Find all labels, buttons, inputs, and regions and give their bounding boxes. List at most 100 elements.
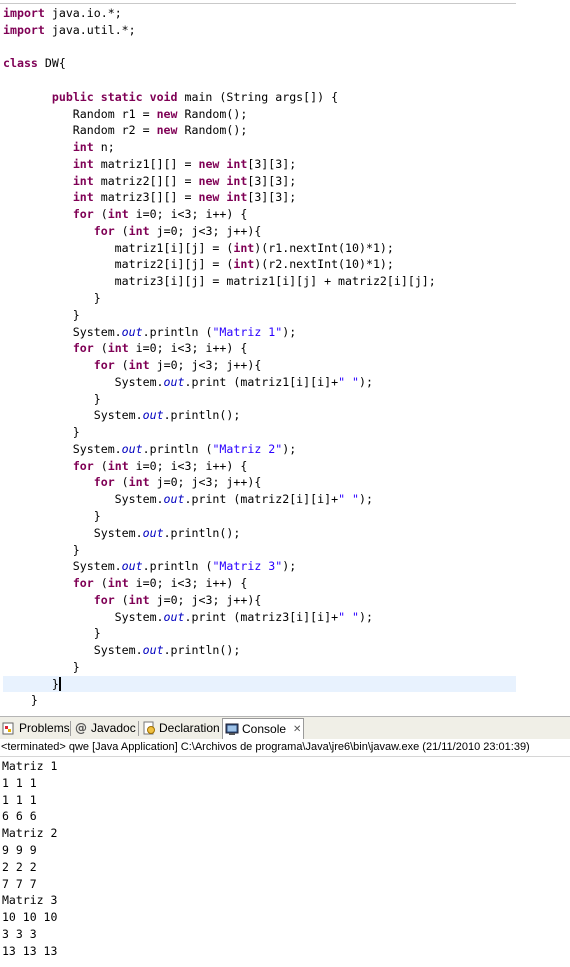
code-token: .print (matriz1[i][i]+ bbox=[184, 374, 339, 389]
tab-declaration[interactable]: Declaration bbox=[142, 719, 220, 737]
code-token: } bbox=[3, 425, 80, 440]
code-line: matriz2[i][j] = (int)(r2.nextInt(10)*1); bbox=[3, 256, 516, 273]
code-line: int matriz1[][] = new int[3][3]; bbox=[3, 156, 516, 173]
code-token: int bbox=[72, 156, 94, 171]
code-token: " " bbox=[338, 374, 360, 389]
code-line: public static void main (String args[]) … bbox=[3, 89, 516, 106]
console-output[interactable]: Matriz 1 1 1 1 1 1 1 6 6 6 Matriz 29 9 9 2 2 … bbox=[0, 758, 570, 967]
code-token: Random(); bbox=[177, 123, 248, 138]
code-line: System.out.println ("Matriz 2"); bbox=[3, 441, 516, 458]
code-token: i=0; i<3; i++) { bbox=[128, 207, 248, 222]
code-token: "Matriz 1" bbox=[212, 324, 283, 339]
code-token: int bbox=[107, 458, 129, 473]
code-line: class DW{ bbox=[3, 55, 516, 72]
code-token: out bbox=[142, 643, 164, 658]
code-token: } bbox=[3, 693, 38, 708]
tab-console[interactable]: Console ✕ bbox=[222, 718, 305, 739]
console-output-line: 3 3 3 bbox=[2, 926, 37, 941]
code-token: for bbox=[72, 207, 94, 222]
code-editor[interactable]: import java.io.*; import java.util.*; cla… bbox=[0, 0, 516, 713]
code-line: int matriz3[][] = new int[3][3]; bbox=[3, 189, 516, 206]
code-line: for (int i=0; i<3; i++) { bbox=[3, 458, 516, 475]
code-token: ( bbox=[93, 341, 108, 356]
close-icon[interactable]: ✕ bbox=[293, 724, 301, 735]
code-token: "Matriz 3" bbox=[212, 559, 283, 574]
code-line: import java.io.*; bbox=[3, 5, 516, 22]
console-status-line: <terminated> qwe [Java Application] C:\A… bbox=[0, 739, 570, 757]
code-line: for (int i=0; i<3; i++) { bbox=[3, 206, 516, 223]
editor-right-gutter bbox=[516, 0, 570, 713]
code-token: int bbox=[233, 240, 255, 255]
code-line: for (int j=0; j<3; j++){ bbox=[3, 357, 516, 374]
code-token: ); bbox=[359, 492, 373, 507]
code-token: out bbox=[121, 559, 143, 574]
tab-separator bbox=[138, 721, 139, 736]
code-token: public static void bbox=[51, 89, 178, 104]
tab-separator bbox=[70, 721, 71, 736]
code-token: .println(); bbox=[163, 408, 241, 423]
code-line: Random r1 = new Random(); bbox=[3, 106, 516, 123]
code-line: System.out.print (matriz2[i][i]+" "); bbox=[3, 491, 516, 508]
code-line: } bbox=[3, 391, 516, 408]
code-line: for (int i=0; i<3; i++) { bbox=[3, 575, 516, 592]
code-token: for bbox=[72, 458, 94, 473]
code-line: int n; bbox=[3, 139, 516, 156]
code-line: for (int j=0; j<3; j++){ bbox=[3, 223, 516, 240]
code-token: Random(); bbox=[177, 106, 248, 121]
code-token: ); bbox=[359, 609, 373, 624]
code-token: System. bbox=[3, 559, 122, 574]
code-lines: import java.io.*; import java.util.*; cla… bbox=[3, 5, 516, 709]
code-line: } bbox=[3, 675, 516, 693]
code-token: for bbox=[93, 358, 115, 373]
code-token: for bbox=[93, 223, 115, 238]
code-token: System. bbox=[3, 643, 143, 658]
code-line: import java.util.*; bbox=[3, 22, 516, 39]
code-token: int bbox=[72, 190, 94, 205]
code-token: for bbox=[93, 475, 115, 490]
tab-problems[interactable]: Problems bbox=[2, 719, 70, 737]
console-output-line: Matriz 2 bbox=[2, 826, 58, 841]
code-line: System.out.println ("Matriz 3"); bbox=[3, 558, 516, 575]
code-token: " " bbox=[338, 492, 360, 507]
code-line: System.out.println(); bbox=[3, 642, 516, 659]
code-token: ( bbox=[114, 358, 129, 373]
code-line: } bbox=[3, 625, 516, 642]
code-token: j=0; j<3; j++){ bbox=[149, 592, 262, 607]
code-token: i=0; i<3; i++) { bbox=[128, 576, 248, 591]
code-line: } bbox=[3, 290, 516, 307]
code-token: System. bbox=[3, 374, 164, 389]
code-line: System.out.print (matriz3[i][i]+" "); bbox=[3, 609, 516, 626]
code-line: for (int i=0; i<3; i++) { bbox=[3, 340, 516, 357]
code-token: import bbox=[3, 22, 45, 37]
console-output-line: 1 1 1 bbox=[2, 792, 37, 807]
code-token: [3][3]; bbox=[247, 190, 297, 205]
code-token: class bbox=[3, 56, 38, 71]
code-token: j=0; j<3; j++){ bbox=[149, 358, 262, 373]
code-token: int bbox=[233, 257, 255, 272]
code-token: for bbox=[72, 576, 94, 591]
code-line: for (int j=0; j<3; j++){ bbox=[3, 474, 516, 491]
code-token: out bbox=[142, 408, 164, 423]
code-token: .println(); bbox=[163, 525, 241, 540]
code-line: System.out.println(); bbox=[3, 525, 516, 542]
code-line: System.out.print (matriz1[i][i]+" "); bbox=[3, 374, 516, 391]
console-output-line: 6 6 6 bbox=[2, 809, 37, 824]
code-token: import bbox=[3, 6, 45, 20]
code-token: java.util.*; bbox=[44, 22, 136, 37]
code-token: out bbox=[121, 441, 143, 456]
code-token: int bbox=[128, 592, 150, 607]
code-line: Random r2 = new Random(); bbox=[3, 122, 516, 139]
code-token: ( bbox=[93, 576, 108, 591]
code-token: n; bbox=[93, 140, 115, 155]
tab-javadoc[interactable]: @ Javadoc bbox=[74, 719, 136, 737]
code-token: ); bbox=[282, 441, 297, 456]
code-token: int bbox=[128, 358, 150, 373]
code-token: int bbox=[107, 207, 129, 222]
console-output-line: Matriz 1 bbox=[2, 759, 58, 773]
